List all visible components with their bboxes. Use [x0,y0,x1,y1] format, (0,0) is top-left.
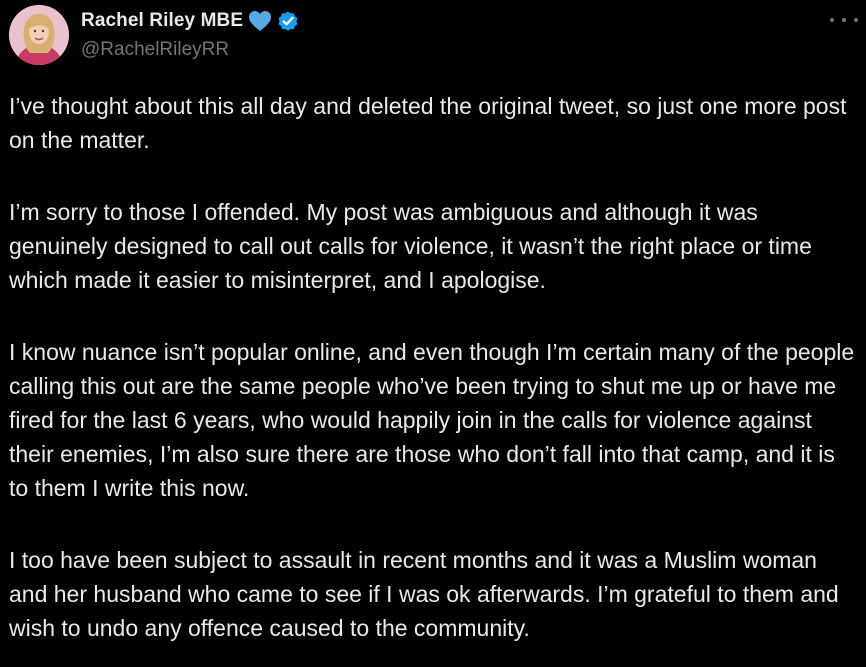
tweet-paragraph: I’m sorry to those I offended. My post w… [9,199,812,293]
more-horizontal-icon [830,18,834,22]
more-options-button[interactable] [830,10,858,30]
tweet-paragraph: I’ve thought about this all day and dele… [9,93,847,153]
author-handle[interactable]: @RachelRileyRR [81,39,229,61]
verified-badge-icon[interactable] [276,9,300,33]
tweet: Rachel Riley MBE @RachelRileyRR I’ve tho… [0,0,866,667]
avatar-image [9,5,69,65]
author-display-name[interactable]: Rachel Riley MBE [81,10,243,32]
tweet-paragraph: I too have been subject to assault in re… [9,547,839,641]
tweet-text: I’ve thought about this all day and dele… [9,89,859,645]
avatar[interactable] [9,5,69,65]
tweet-paragraph: I know nuance isn’t popular online, and … [9,339,855,501]
more-dot [842,18,846,22]
author-name-row: Rachel Riley MBE [81,9,300,33]
more-dot [854,18,858,22]
blue-heart-icon [248,10,272,32]
